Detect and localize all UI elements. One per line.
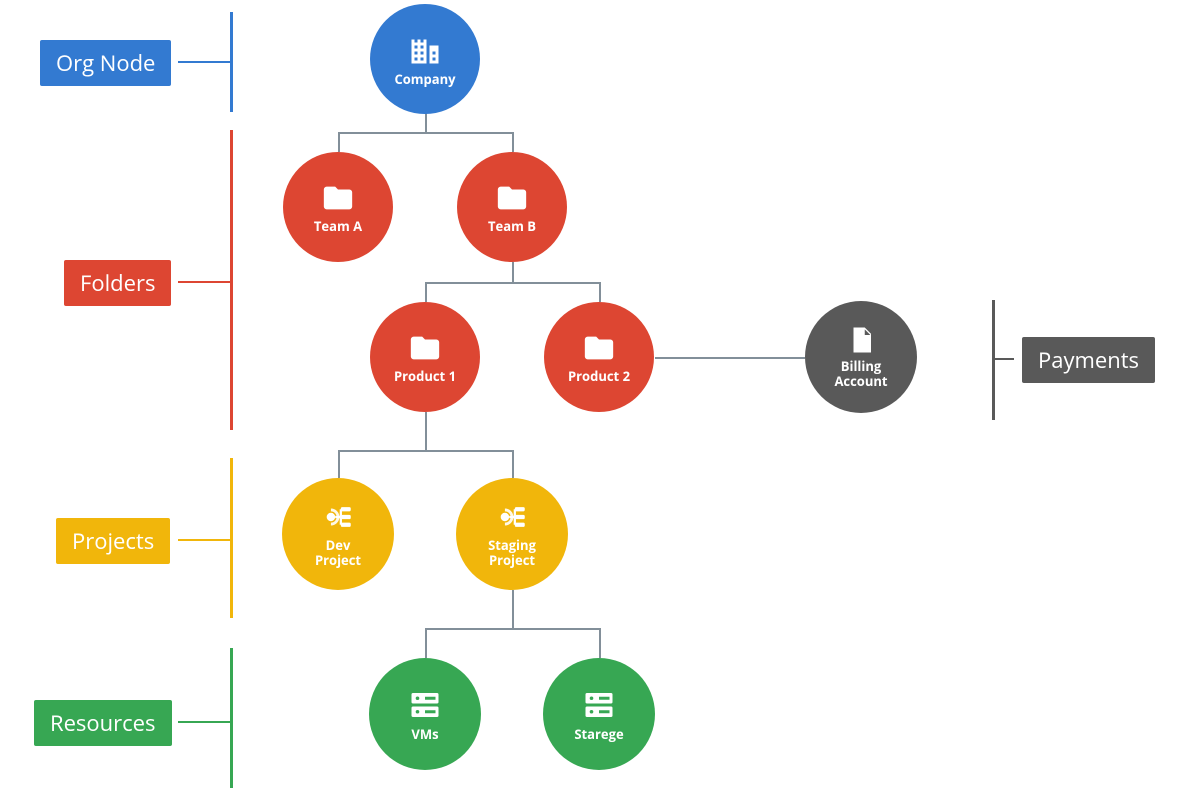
legend-folders: Folders [64, 260, 171, 306]
connector [425, 628, 601, 630]
node-label: Starege [574, 727, 623, 742]
legend-payments: Payments [1022, 337, 1155, 383]
folder-icon [321, 181, 355, 215]
node-label: Product 1 [394, 369, 456, 384]
legend-tick-org [178, 61, 230, 63]
server-icon [407, 687, 443, 723]
legend-resources: Resources [34, 700, 172, 746]
legend-tick-folders [178, 281, 230, 283]
node-staging-project: Staging Project [456, 478, 568, 590]
project-icon [321, 500, 355, 534]
connector [425, 112, 427, 132]
node-billing-account: Billing Account [805, 301, 917, 413]
node-product-1: Product 1 [370, 302, 480, 412]
legend-projects: Projects [56, 518, 170, 564]
connector [599, 628, 601, 658]
connector [512, 262, 514, 282]
connector [425, 282, 427, 302]
node-label: Team B [488, 219, 536, 234]
connector [338, 450, 340, 478]
invoice-icon [846, 325, 876, 355]
legend-tick-payments [992, 358, 1014, 360]
legend-bar-folders [230, 130, 233, 430]
folder-icon [582, 331, 616, 365]
legend-bar-resources [230, 648, 233, 788]
connector [338, 132, 340, 152]
connector [338, 132, 514, 134]
legend-bar-org [230, 12, 233, 112]
connector [512, 590, 514, 628]
legend-tick-projects [178, 539, 230, 541]
node-label: Team A [314, 219, 362, 234]
connector [655, 357, 805, 359]
legend-bar-payments [992, 300, 995, 420]
folder-icon [495, 181, 529, 215]
connector [512, 450, 514, 478]
legend-tick-resources [178, 721, 230, 723]
legend-bar-projects [230, 458, 233, 618]
folder-icon [408, 331, 442, 365]
node-team-a: Team A [283, 152, 393, 262]
server-icon [581, 687, 617, 723]
connector [599, 282, 601, 302]
building-icon [407, 32, 443, 68]
connector [425, 282, 601, 284]
node-label: Product 2 [568, 369, 630, 384]
node-dev-project: Dev Project [282, 478, 394, 590]
project-icon [495, 500, 529, 534]
node-company: Company [370, 4, 480, 114]
node-label: VMs [411, 727, 438, 742]
node-storage: Starege [543, 658, 655, 770]
connector [512, 132, 514, 152]
connector [425, 628, 427, 658]
node-label: Dev Project [315, 538, 361, 568]
node-label: Staging Project [488, 538, 536, 568]
node-product-2: Product 2 [544, 302, 654, 412]
node-team-b: Team B [457, 152, 567, 262]
connector [338, 450, 514, 452]
legend-org-node: Org Node [40, 40, 171, 86]
node-label: Billing Account [834, 359, 887, 389]
connector [425, 412, 427, 450]
diagram-stage: Org Node Folders Projects Resources Paym… [0, 0, 1200, 800]
node-vms: VMs [369, 658, 481, 770]
node-label: Company [394, 72, 455, 87]
